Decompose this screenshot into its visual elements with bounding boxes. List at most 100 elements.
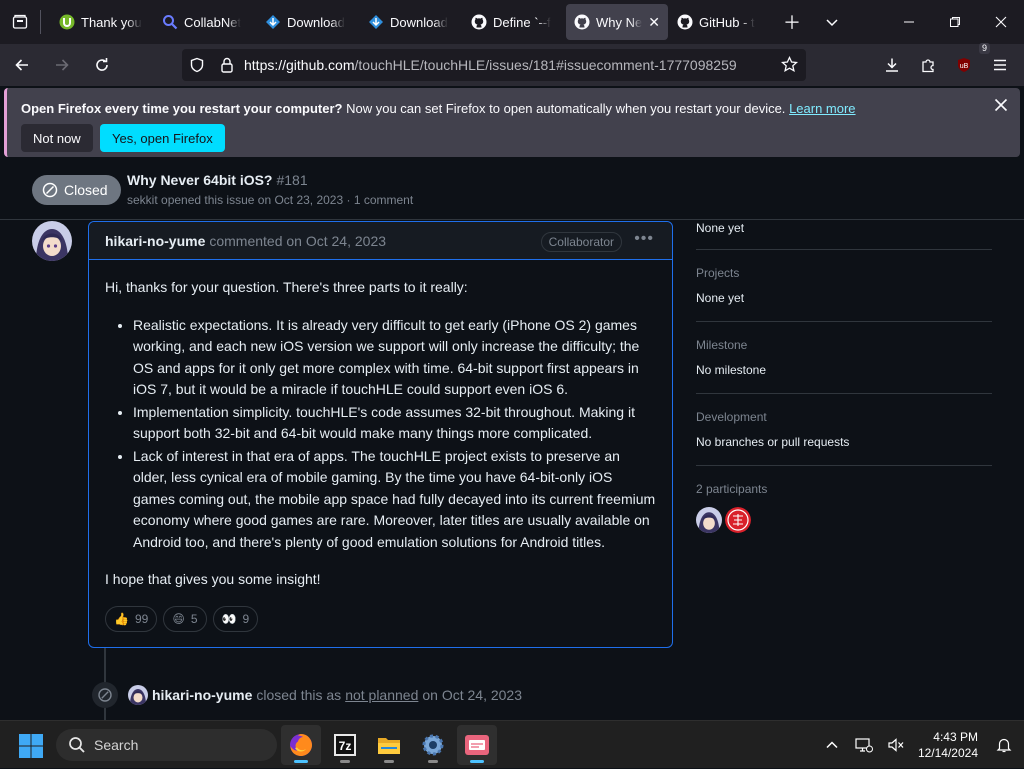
reaction-count: 9 — [242, 612, 250, 626]
show-hidden-icons-button[interactable] — [816, 725, 848, 765]
bookmark-star-icon[interactable] — [780, 55, 799, 76]
taskbar-settings[interactable] — [413, 725, 453, 765]
url-bar[interactable]: https://github.com/touchHLE/touchHLE/iss… — [182, 49, 806, 81]
tab-label: Define `--f — [493, 14, 551, 30]
minimize-button[interactable] — [886, 0, 932, 44]
back-button[interactable] — [4, 49, 40, 81]
skip-circle-icon — [42, 182, 58, 198]
taskbar-search[interactable]: Search — [56, 729, 277, 761]
learn-more-link[interactable]: Learn more — [789, 101, 855, 116]
firefox-view-button[interactable] — [0, 0, 40, 44]
issue-meta: sekkit opened this issue on Oct 23, 2023… — [127, 193, 413, 207]
start-button[interactable] — [18, 733, 44, 759]
forward-button[interactable] — [44, 49, 80, 81]
tab-github[interactable]: GitHub - t — [669, 4, 771, 40]
list-all-tabs-button[interactable] — [812, 0, 852, 44]
not-now-button[interactable]: Not now — [21, 124, 93, 152]
kebab-menu-icon[interactable]: ••• — [634, 230, 654, 248]
avatar[interactable] — [32, 221, 72, 261]
utorrent-icon — [59, 14, 75, 30]
volume-muted-icon — [888, 738, 904, 752]
milestone-value: No milestone — [696, 363, 767, 377]
close-window-button[interactable] — [978, 0, 1024, 44]
close-notification-button[interactable] — [994, 96, 1008, 117]
close-reason-link[interactable]: not planned — [345, 687, 418, 703]
issue-sticky-header: Closed Why Never 64bit iOS? #181 sekkit o… — [0, 160, 1024, 220]
tab-define[interactable]: Define `--f — [463, 4, 565, 40]
issue-state-badge: Closed — [32, 175, 121, 205]
network-status-button[interactable] — [848, 725, 880, 765]
restore-button[interactable] — [932, 0, 978, 44]
taskbar-firefox[interactable] — [281, 725, 321, 765]
issue-number: #181 — [276, 172, 308, 188]
downloads-button[interactable] — [874, 49, 910, 81]
milestone-title[interactable]: Milestone — [696, 338, 992, 352]
plus-icon: ＋ — [783, 13, 801, 33]
eyes-icon: 👀 — [221, 612, 237, 626]
sidebar-labels-section: None yet — [696, 221, 992, 250]
network-icon — [855, 738, 873, 753]
comment-header: hikari-no-yume commented on Oct 24, 2023… — [89, 222, 672, 260]
download-icon — [368, 14, 384, 30]
close-icon — [994, 98, 1008, 112]
comment-author-link[interactable]: hikari-no-yume — [105, 233, 205, 249]
avatar[interactable] — [128, 685, 148, 705]
reaction-thumbs-up[interactable]: 👍 99 — [105, 606, 158, 632]
comment-timestamp-link[interactable]: commented on Oct 24, 2023 — [209, 233, 386, 249]
participant-avatar[interactable] — [696, 507, 722, 533]
notifications-button[interactable] — [988, 725, 1020, 765]
new-tab-button[interactable]: ＋ — [772, 0, 812, 44]
issue-comment: hikari-no-yume commented on Oct 24, 2023… — [88, 221, 673, 648]
tab-download-1[interactable]: Download — [257, 4, 359, 40]
tab-thank-you[interactable]: Thank you — [51, 4, 153, 40]
reload-button[interactable] — [84, 49, 120, 81]
issue-author-link[interactable]: sekkit — [127, 193, 158, 207]
event-author-link[interactable]: hikari-no-yume — [152, 687, 252, 703]
close-tab-icon[interactable]: ✕ — [644, 14, 660, 31]
firefox-icon — [290, 734, 312, 756]
event-date[interactable]: on Oct 24, 2023 — [422, 687, 522, 703]
firefox-view-icon — [12, 14, 28, 29]
sidebar-milestone-section: Milestone No milestone — [696, 338, 992, 394]
taskbar-7zip[interactable]: 7z — [325, 725, 365, 765]
settings-icon — [422, 734, 444, 756]
taskbar-file-explorer[interactable] — [369, 725, 409, 765]
reload-icon — [96, 58, 108, 71]
tab-collabnet[interactable]: CollabNet — [154, 4, 256, 40]
comment-bullet-list: Realistic expectations. It is already ve… — [105, 315, 656, 554]
taskbar-app[interactable] — [457, 725, 497, 765]
tab-label: Download — [390, 14, 448, 30]
lock-icon[interactable] — [212, 57, 242, 73]
list-item: Implementation simplicity. touchHLE's co… — [133, 402, 656, 445]
ublock-origin-button[interactable]: uB 9 — [946, 43, 990, 81]
labels-value: None yet — [696, 221, 745, 235]
tab-why-never-64bit[interactable]: Why Ne ✕ — [566, 4, 668, 40]
notification-text: Now you can set Firefox to open automati… — [342, 101, 786, 116]
sidebar-development-section: Development No branches or pull requests — [696, 410, 992, 466]
tab-download-2[interactable]: Download — [360, 4, 462, 40]
skip-circle-icon — [92, 682, 118, 708]
app-icon — [465, 735, 489, 755]
minimize-icon — [904, 21, 914, 23]
yes-open-firefox-button[interactable]: Yes, open Firefox — [100, 124, 225, 152]
ublock-origin-icon: uB — [958, 58, 970, 72]
extensions-button[interactable] — [910, 49, 946, 81]
reaction-eyes[interactable]: 👀 9 — [212, 606, 259, 632]
list-item: Realistic expectations. It is already ve… — [133, 315, 656, 401]
reaction-laugh[interactable]: 😄 5 — [163, 606, 207, 632]
closed-event: hikari-no-yume closed this as not planne… — [92, 682, 522, 708]
notification-message: Open Firefox every time you restart your… — [21, 101, 856, 116]
participant-avatar[interactable] — [725, 507, 751, 533]
development-title[interactable]: Development — [696, 410, 992, 424]
firefox-autostart-notification: Open Firefox every time you restart your… — [4, 88, 1020, 157]
url-text[interactable]: https://github.com/touchHLE/touchHLE/iss… — [244, 57, 737, 73]
7zip-icon: 7z — [334, 734, 356, 756]
clock[interactable]: 4:43 PM 12/14/2024 — [918, 729, 978, 761]
tab-label: Download — [287, 14, 345, 30]
thumbs-up-icon: 👍 — [114, 612, 129, 626]
toolbar-right: uB 9 — [874, 43, 1024, 86]
volume-button[interactable] — [880, 725, 912, 765]
back-arrow-icon — [15, 59, 28, 71]
tracking-protection-shield-icon[interactable] — [182, 57, 212, 73]
projects-title[interactable]: Projects — [696, 266, 992, 280]
